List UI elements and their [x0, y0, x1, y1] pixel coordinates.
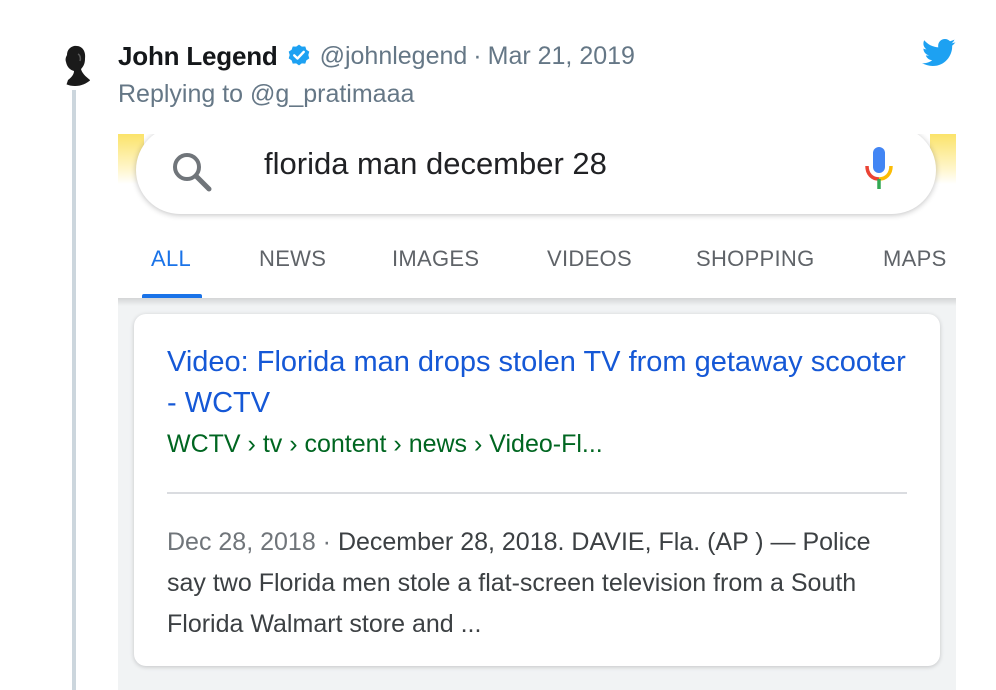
result-snippet: Dec 28, 2018 · December 28, 2018. DAVIE,… — [167, 522, 887, 645]
tabs-shadow — [118, 298, 956, 306]
tab-videos[interactable]: VIDEOS — [547, 246, 632, 272]
result-breadcrumb[interactable]: WCTV › tv › content › news › Video-Fl... — [167, 430, 603, 459]
search-box[interactable]: florida man december 28 — [136, 134, 936, 214]
tab-all[interactable]: ALL — [151, 246, 191, 272]
search-tabs: ALL NEWS IMAGES VIDEOS SHOPPING MAPS — [118, 240, 956, 298]
search-icon[interactable] — [170, 150, 214, 194]
avatar[interactable] — [52, 40, 98, 86]
tab-news[interactable]: NEWS — [259, 246, 326, 272]
replying-prefix: Replying to — [118, 80, 251, 108]
snippet-date: Dec 28, 2018 — [167, 528, 316, 556]
tab-maps[interactable]: MAPS — [883, 246, 947, 272]
result-title-link[interactable]: Video: Florida man drops stolen TV from … — [167, 342, 907, 424]
search-result-card: Video: Florida man drops stolen TV from … — [134, 314, 940, 666]
meta-separator: · — [473, 41, 482, 70]
tab-shopping[interactable]: SHOPPING — [696, 246, 815, 272]
snippet-separator: · — [315, 528, 338, 556]
google-search-screenshot: florida man december 28 ALL NEWS IMAGES … — [118, 134, 956, 690]
reply-thread-line — [72, 90, 76, 690]
tweet-header: John Legend @johnlegend · Mar 21, 2019 — [118, 36, 635, 76]
result-title-text[interactable]: Video: Florida man drops stolen TV from … — [167, 346, 906, 419]
replying-to-line: Replying to @g_pratimaaa — [118, 80, 414, 109]
tab-images[interactable]: IMAGES — [392, 246, 479, 272]
user-handle[interactable]: @johnlegend — [320, 42, 468, 71]
twitter-bird-icon[interactable] — [922, 38, 956, 68]
search-query[interactable]: florida man december 28 — [264, 146, 607, 182]
tweet-date[interactable]: Mar 21, 2019 — [488, 42, 635, 71]
avatar-photo — [52, 40, 98, 86]
replying-to-handle[interactable]: @g_pratimaaa — [250, 80, 414, 108]
google-header: florida man december 28 ALL NEWS IMAGES … — [118, 134, 956, 298]
display-name[interactable]: John Legend — [118, 41, 278, 72]
mic-icon[interactable] — [862, 144, 896, 194]
card-divider — [167, 492, 907, 494]
verified-badge-icon — [286, 43, 312, 69]
